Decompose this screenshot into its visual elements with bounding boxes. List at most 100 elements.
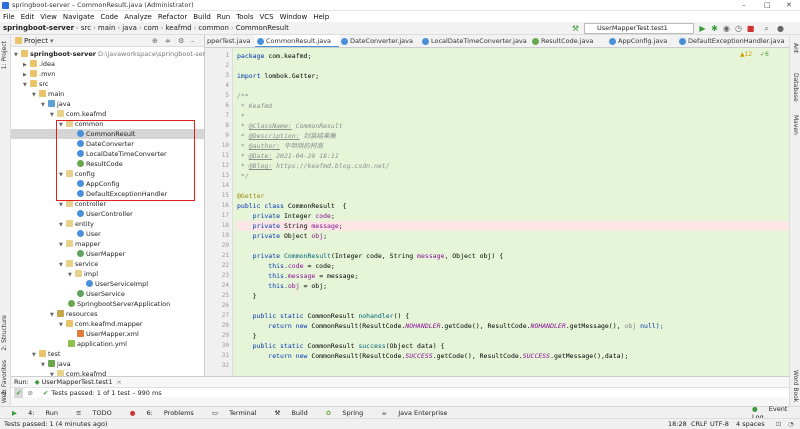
profile-icon[interactable]: ◷ xyxy=(734,24,743,33)
tool-problems[interactable]: ● 6: Problems xyxy=(130,409,203,417)
menu-build[interactable]: Build xyxy=(193,13,211,21)
close-button[interactable]: ✕ xyxy=(786,1,792,9)
project-view-select[interactable]: Project xyxy=(24,37,48,45)
maven-tool-tab[interactable]: Maven xyxy=(792,115,799,135)
locate-icon[interactable]: ⊕ xyxy=(152,37,158,45)
tree-item-test[interactable]: ▼ test xyxy=(32,349,60,359)
breadcrumb-java[interactable]: java xyxy=(122,24,137,32)
run-config-select[interactable]: UserMapperTest.test1 xyxy=(584,23,694,34)
file-encoding[interactable]: UTF-8 xyxy=(710,420,729,428)
menu-window[interactable]: Window xyxy=(280,13,308,21)
tree-item-test-java[interactable]: ▼ java xyxy=(41,359,71,369)
tree-item-userservice[interactable]: UserService xyxy=(77,289,125,299)
menu-tools[interactable]: Tools xyxy=(236,13,253,21)
search-icon[interactable]: ⌕ xyxy=(762,24,771,33)
code-line: * xyxy=(237,112,245,120)
tree-item-usermapper-xml[interactable]: UserMapper.xml xyxy=(77,329,139,339)
tab-dateconverter[interactable]: DateConverter.java xyxy=(339,35,420,47)
tool-spring[interactable]: ✿ Spring xyxy=(326,409,373,417)
breadcrumb-common[interactable]: common xyxy=(198,24,229,32)
breadcrumb-project[interactable]: springboot-server xyxy=(3,24,74,32)
breadcrumb-com[interactable]: com xyxy=(144,24,159,32)
tree-item-usercontroller[interactable]: UserController xyxy=(77,209,133,219)
structure-tool-tab[interactable]: 2: Structure xyxy=(1,315,8,351)
tree-item-src[interactable]: ▼ src xyxy=(23,79,49,89)
breadcrumb-keafmd[interactable]: keafmd xyxy=(165,24,191,32)
menu-help[interactable]: Help xyxy=(313,13,329,21)
indent-setting[interactable]: 4 spaces xyxy=(736,420,765,428)
web-tool-tab[interactable]: Web xyxy=(1,390,8,403)
database-tool-tab[interactable]: Database xyxy=(792,73,799,102)
tree-item-service[interactable]: ▼ service xyxy=(59,259,98,269)
tree-item-application-yml[interactable]: application.yml xyxy=(68,339,127,349)
menu-analyze[interactable]: Analyze xyxy=(124,13,152,21)
tree-label: .idea xyxy=(39,60,55,68)
tree-item-mapper-package[interactable]: ▼ com.keafmd.mapper xyxy=(59,319,143,329)
tree-item-usermapper[interactable]: UserMapper xyxy=(77,249,125,259)
code-line: this.code = code; xyxy=(237,262,335,270)
tree-item-application[interactable]: SpringbootServerApplication xyxy=(68,299,170,309)
code-area[interactable]: ▲12 ✓6 package com.keafmd; import lombok… xyxy=(233,48,789,376)
check-icon[interactable]: ✔ xyxy=(14,387,24,398)
lock-icon[interactable]: ⊡ xyxy=(776,420,781,428)
menu-navigate[interactable]: Navigate xyxy=(63,13,94,21)
line-separator[interactable]: CRLF xyxy=(691,420,707,428)
tab-localdatetimeconverter[interactable]: LocalDateTimeConverter.java xyxy=(420,35,530,47)
tool-run[interactable]: ▶ 4: Run xyxy=(12,409,67,417)
tree-item-userserviceimpl[interactable]: UserServiceImpl xyxy=(86,279,148,289)
breadcrumb-src[interactable]: src xyxy=(81,24,91,32)
menu-code[interactable]: Code xyxy=(100,13,118,21)
run-tab[interactable]: UserMapperTest.test1 xyxy=(42,377,113,387)
menu-run[interactable]: Run xyxy=(217,13,230,21)
tool-todo[interactable]: ≡ TODO xyxy=(76,409,121,417)
tool-terminal[interactable]: ▭ Terminal xyxy=(212,409,266,417)
coverage-icon[interactable]: ◉ xyxy=(722,24,731,33)
tree-item-idea[interactable]: ▶ .idea xyxy=(23,59,55,69)
caret-position[interactable]: 18:28 xyxy=(668,420,687,428)
menu-view[interactable]: View xyxy=(40,13,57,21)
project-tool-tab[interactable]: 1: Project xyxy=(1,41,8,69)
tab-defaultexceptionhandler[interactable]: DefaultExceptionHandler.java xyxy=(677,35,789,47)
tab-usermappertest[interactable]: pperTest.java xyxy=(205,35,255,47)
tree-item-mapper[interactable]: ▼ mapper xyxy=(59,239,100,249)
minimize-button[interactable]: – xyxy=(742,1,746,9)
maximize-button[interactable]: □ xyxy=(764,1,771,9)
stop-icon[interactable]: ■ xyxy=(746,24,755,33)
close-run-tab[interactable]: × xyxy=(116,377,121,387)
menu-vcs[interactable]: VCS xyxy=(259,13,273,21)
gear-icon[interactable]: ⚙ xyxy=(178,37,184,45)
breadcrumb-class[interactable]: CommonResult xyxy=(236,24,289,32)
run-icon[interactable]: ▶ xyxy=(698,24,707,33)
menu-file[interactable]: File xyxy=(3,13,15,21)
code-editor[interactable]: 1 2 3 4 5 6 7 8 9 10 11 12 13 14 15 16 1… xyxy=(205,48,789,376)
notification-icon[interactable]: ◔ xyxy=(788,420,794,428)
tree-item-package[interactable]: ▼ com.keafmd xyxy=(50,109,106,119)
collapse-icon[interactable]: ≑ xyxy=(165,37,171,45)
breadcrumb-main[interactable]: main xyxy=(98,24,116,32)
tab-commonresult[interactable]: CommonResult.java xyxy=(255,35,339,47)
block-icon[interactable]: ⊘ xyxy=(27,388,32,398)
hide-icon[interactable]: – xyxy=(191,37,195,45)
tool-build[interactable]: ⚒ Build xyxy=(275,409,317,417)
debug-icon[interactable]: ✱ xyxy=(710,24,719,33)
tree-item-mvn[interactable]: ▶ .mvn xyxy=(23,69,55,79)
hammer-icon[interactable]: ⚒ xyxy=(571,24,580,33)
chevron-down-icon[interactable]: ▾ xyxy=(50,37,54,45)
tree-item-main[interactable]: ▼ main xyxy=(32,89,64,99)
tree-item-entity[interactable]: ▼ entity xyxy=(59,219,94,229)
account-icon[interactable]: ● xyxy=(776,24,785,33)
tab-resultcode[interactable]: ResultCode.java xyxy=(530,35,607,47)
menu-edit[interactable]: Edit xyxy=(21,13,35,21)
warning-count[interactable]: ▲12 xyxy=(740,51,752,58)
tab-appconfig[interactable]: AppConfig.java xyxy=(607,35,677,47)
ant-tool-tab[interactable]: Ant xyxy=(792,43,799,53)
tree-item-root[interactable]: ▼ springboot-server D:\javaworkspace\spri… xyxy=(14,49,216,59)
tree-item-impl[interactable]: ▼ impl xyxy=(68,269,98,279)
tool-java-enterprise[interactable]: ☕ Java Enterprise xyxy=(381,409,456,417)
menu-refactor[interactable]: Refactor xyxy=(158,13,187,21)
tree-item-resources[interactable]: ▼ resources xyxy=(50,309,98,319)
weak-warning-count[interactable]: ✓6 xyxy=(760,51,769,58)
tree-item-java[interactable]: ▼ java xyxy=(41,99,71,109)
wordbook-tool-tab[interactable]: Word Book xyxy=(792,370,799,402)
tree-item-user[interactable]: User xyxy=(77,229,101,239)
